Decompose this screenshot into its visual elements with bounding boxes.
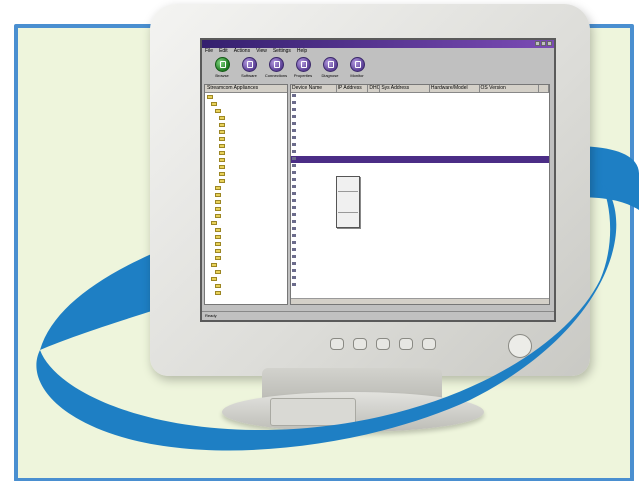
scene: File Edit Actions View Settings Help Bro…	[0, 0, 639, 481]
swoosh-front	[36, 180, 617, 451]
swoosh-front-path	[36, 180, 617, 451]
